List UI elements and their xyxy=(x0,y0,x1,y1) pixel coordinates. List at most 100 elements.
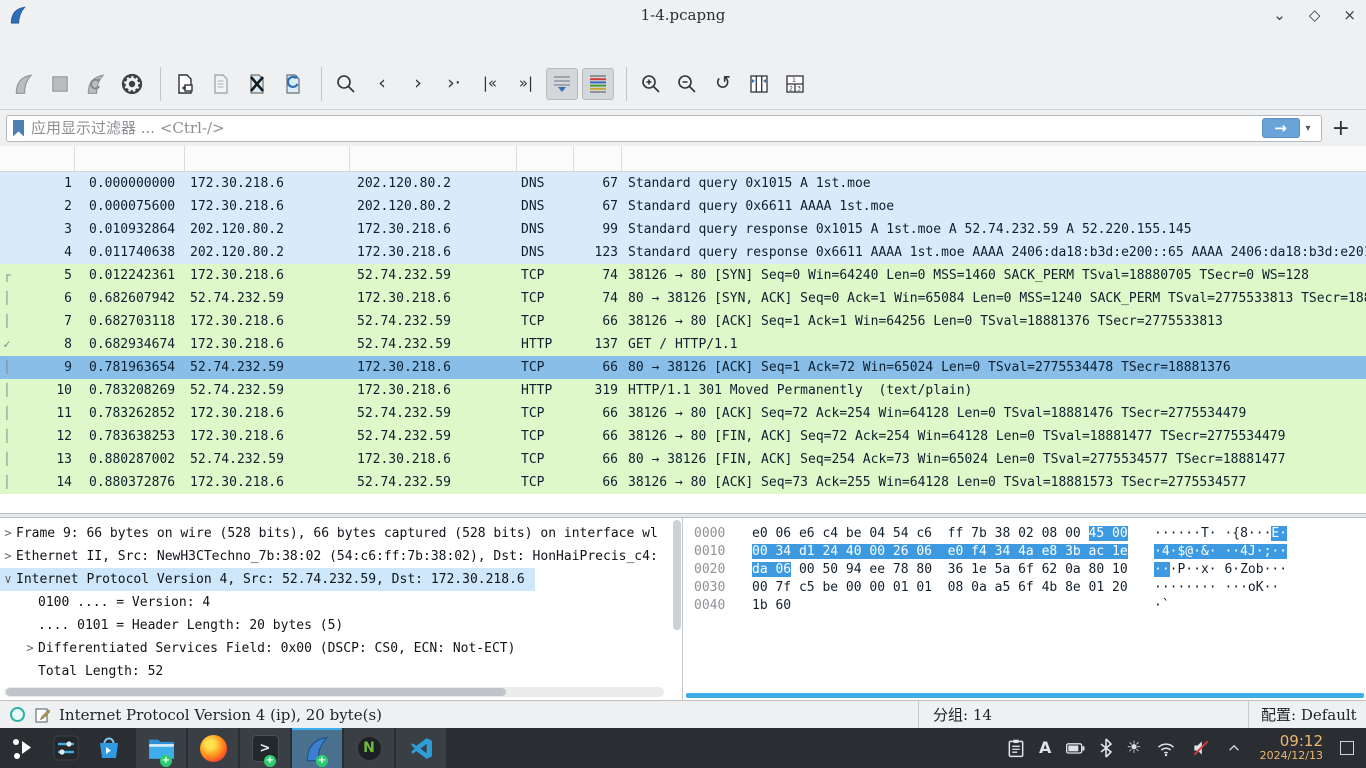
input-method-icon[interactable]: A xyxy=(1039,738,1051,757)
add-filter-button[interactable]: + xyxy=(1322,116,1360,141)
profile-label[interactable]: 配置: Default xyxy=(1261,704,1357,725)
capture-options-button[interactable] xyxy=(116,68,148,100)
toolbar-separator xyxy=(626,67,627,101)
filter-dropdown-caret-icon[interactable]: ▾ xyxy=(1306,123,1311,134)
column-header[interactable] xyxy=(350,146,517,171)
save-file-button[interactable] xyxy=(205,68,237,100)
display-filter-input[interactable] xyxy=(31,119,1262,137)
zoom-reset-button[interactable]: ↺ xyxy=(707,68,739,100)
hex-row[interactable]: 0040 1b 60 ·` xyxy=(694,597,1366,615)
packet-row[interactable]: │ 7 0.682703118 172.30.218.6 52.74.232.5… xyxy=(0,310,1366,333)
expander-icon[interactable] xyxy=(22,660,38,683)
reload-file-button[interactable] xyxy=(277,68,309,100)
taskbar-item-vscode[interactable] xyxy=(396,728,446,768)
display-filter-field[interactable]: → ▾ xyxy=(6,115,1322,142)
taskbar-item-firefox[interactable] xyxy=(188,728,238,768)
hex-horizontal-scrollbar[interactable] xyxy=(686,693,1364,698)
packet-row[interactable]: ┌ 5 0.012242361 172.30.218.6 52.74.232.5… xyxy=(0,264,1366,287)
open-file-button[interactable] xyxy=(169,68,201,100)
packet-row[interactable]: │ 6 0.682607942 52.74.232.59 172.30.218.… xyxy=(0,287,1366,310)
clipboard-icon[interactable] xyxy=(1006,738,1026,758)
taskbar-item-terminal[interactable]: > + xyxy=(240,728,290,768)
go-first-button[interactable]: |« xyxy=(474,68,506,100)
app-launcher-icon[interactable] xyxy=(10,735,36,761)
column-header[interactable] xyxy=(75,146,185,171)
hex-row[interactable]: 0000 e0 06 e6 c4 be 04 54 c6 ff 7b 38 02… xyxy=(694,525,1366,543)
capture-comment-icon[interactable] xyxy=(34,707,50,723)
close-file-button[interactable] xyxy=(241,68,273,100)
detail-line[interactable]: .... 0101 = Header Length: 20 bytes (5) xyxy=(22,614,353,637)
resize-columns-button[interactable] xyxy=(743,68,775,100)
zoom-in-button[interactable] xyxy=(635,68,667,100)
close-button[interactable]: × xyxy=(1343,6,1356,24)
hex-row[interactable]: 0030 00 7f c5 be 00 00 01 01 08 0a a5 6f… xyxy=(694,579,1366,597)
column-header[interactable] xyxy=(517,146,574,171)
packet-no: 8 xyxy=(14,333,75,356)
expander-icon[interactable] xyxy=(22,591,38,614)
column-header[interactable] xyxy=(185,146,350,171)
packet-row[interactable]: ✓ 8 0.682934674 172.30.218.6 52.74.232.5… xyxy=(0,333,1366,356)
packet-row[interactable]: 1 0.000000000 172.30.218.6 202.120.80.2 … xyxy=(0,172,1366,195)
hex-row[interactable]: 0010 00 34 d1 24 40 00 26 06 e0 f4 34 4a… xyxy=(694,543,1366,561)
discover-icon[interactable] xyxy=(96,735,122,761)
packet-row[interactable]: │ 11 0.783262852 172.30.218.6 52.74.232.… xyxy=(0,402,1366,425)
column-header[interactable] xyxy=(0,146,75,171)
maximize-button[interactable]: ◇ xyxy=(1309,6,1321,24)
expander-icon[interactable]: > xyxy=(22,637,38,660)
go-last-button[interactable]: »| xyxy=(510,68,542,100)
packet-row[interactable]: │ 12 0.783638253 172.30.218.6 52.74.232.… xyxy=(0,425,1366,448)
bookmark-icon[interactable] xyxy=(13,120,24,137)
packet-row[interactable]: │ 13 0.880287002 52.74.232.59 172.30.218… xyxy=(0,448,1366,471)
auto-scroll-button[interactable] xyxy=(546,68,578,100)
detail-line[interactable]: Total Length: 52 xyxy=(22,660,173,683)
volume-muted-icon[interactable] xyxy=(1190,738,1212,758)
detail-vertical-scrollbar[interactable] xyxy=(673,520,681,630)
layout-button[interactable]: 123 xyxy=(779,68,811,100)
taskbar-item-neovim[interactable]: N xyxy=(344,728,394,768)
packet-row[interactable]: 4 0.011740638 202.120.80.2 172.30.218.6 … xyxy=(0,241,1366,264)
packet-row[interactable]: │ 9 0.781963654 52.74.232.59 172.30.218.… xyxy=(0,356,1366,379)
expander-icon[interactable]: ∨ xyxy=(0,568,16,591)
detail-line[interactable]: > Differentiated Services Field: 0x00 (D… xyxy=(22,637,525,660)
find-packet-button[interactable] xyxy=(330,68,362,100)
apply-filter-button[interactable]: → xyxy=(1262,118,1300,138)
expander-icon[interactable]: > xyxy=(0,522,16,545)
detail-line[interactable]: > Frame 9: 66 bytes on wire (528 bits), … xyxy=(0,522,668,545)
capture-start-button[interactable] xyxy=(8,68,40,100)
detail-horizontal-scrollbar[interactable] xyxy=(4,687,664,697)
taskbar-item-file-manager[interactable]: + xyxy=(136,728,186,768)
packet-row[interactable]: │ 14 0.880372876 172.30.218.6 52.74.232.… xyxy=(0,471,1366,494)
capture-stop-button[interactable] xyxy=(44,68,76,100)
detail-line[interactable]: ∨ Internet Protocol Version 4, Src: 52.7… xyxy=(0,568,535,591)
colorize-button[interactable] xyxy=(582,68,614,100)
zoom-out-button[interactable] xyxy=(671,68,703,100)
show-desktop-button[interactable] xyxy=(1340,741,1354,755)
battery-icon[interactable] xyxy=(1064,738,1086,758)
bluetooth-icon[interactable] xyxy=(1099,738,1113,758)
expander-icon[interactable]: > xyxy=(0,545,16,568)
expert-info-icon[interactable] xyxy=(10,707,25,722)
clock[interactable]: 09:12 2024/12/13 xyxy=(1260,734,1323,761)
expand-tray-icon[interactable] xyxy=(1225,740,1243,756)
packet-row[interactable]: 2 0.000075600 172.30.218.6 202.120.80.2 … xyxy=(0,195,1366,218)
minimize-button[interactable]: ⌄ xyxy=(1273,6,1286,24)
taskbar-item-wireshark[interactable]: + xyxy=(292,728,342,768)
packet-length: 137 xyxy=(574,333,622,356)
brightness-icon[interactable]: ☀ xyxy=(1126,738,1141,758)
go-to-packet-button[interactable]: ›· xyxy=(438,68,470,100)
packet-no: 2 xyxy=(14,195,75,218)
column-header[interactable] xyxy=(622,146,1366,171)
detail-line[interactable]: > Ethernet II, Src: NewH3CTechno_7b:38:0… xyxy=(0,545,668,568)
column-header[interactable] xyxy=(574,146,622,171)
go-back-button[interactable]: ‹ xyxy=(366,68,398,100)
system-settings-icon[interactable] xyxy=(53,735,79,761)
detail-line[interactable]: 0100 .... = Version: 4 xyxy=(22,591,220,614)
expander-icon[interactable] xyxy=(22,614,38,637)
wifi-icon[interactable] xyxy=(1155,738,1177,758)
capture-restart-button[interactable] xyxy=(80,68,112,100)
packet-time: 0.781963654 xyxy=(75,356,185,379)
packet-row[interactable]: 3 0.010932864 202.120.80.2 172.30.218.6 … xyxy=(0,218,1366,241)
go-forward-button[interactable]: › xyxy=(402,68,434,100)
packet-row[interactable]: │ 10 0.783208269 52.74.232.59 172.30.218… xyxy=(0,379,1366,402)
hex-row[interactable]: 0020 da 06 00 50 94 ee 78 80 36 1e 5a 6f… xyxy=(694,561,1366,579)
